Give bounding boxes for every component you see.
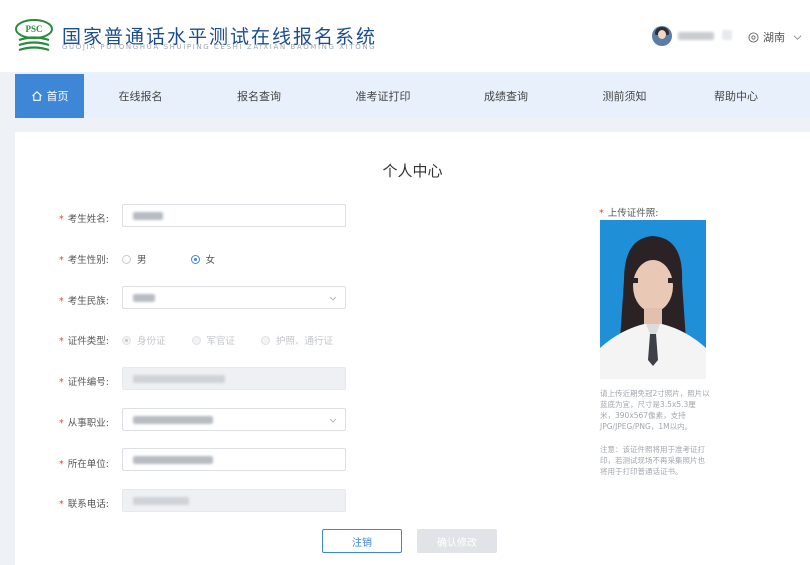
region-selector[interactable]: 湖南 [748,29,802,45]
nav-score-query[interactable]: 成绩查询 [445,74,567,118]
id-type-officer-radio [191,335,201,345]
confirm-edit-button[interactable]: 确认修改 [417,529,497,553]
id-type-idcard-option: 身份证 [122,333,166,347]
id-photo-image [600,220,706,379]
logo-text: PSC [25,24,42,34]
chevron-down-icon [793,34,802,40]
nav-help-center[interactable]: 帮助中心 [682,74,790,118]
nav-admission-ticket-print[interactable]: 准考证打印 [321,74,445,118]
user-avatar[interactable] [652,26,672,46]
region-label: 湖南 [763,31,785,44]
nav-registration-query[interactable]: 报名查询 [197,74,321,118]
id-photo[interactable] [600,220,706,379]
id-type-officer-option: 军官证 [191,333,235,347]
site-subtitle: GUOJIA PUTONGHUA SHUIPING CESHI ZAIXIAN … [62,43,377,51]
personal-center-panel: 个人中心 * 考生姓名: * 考生性别: 男 女 * 考生民族: * 证件类型: 身份证… [15,132,810,565]
gender-radio-group: 男 女 [122,252,215,266]
chevron-down-icon [329,296,337,301]
ethnicity-select[interactable] [122,286,346,309]
page-title: 个人中心 [382,162,443,180]
photo-requirements-note: 请上传近期免冠2寸照片，照片以蓝底为宜，尺寸是3.5x5.3厘米，390x567… [600,389,710,431]
id-type-idcard-radio [122,335,131,345]
photo-upload-label: * 上传证件照: [599,208,659,219]
id-type-passport-option: 护照、通行证 [261,333,333,347]
work-unit-input[interactable] [122,448,346,471]
phone-input [122,489,346,512]
nav-pretest-notice[interactable]: 测前须知 [567,74,682,118]
location-pin-icon [748,31,759,43]
id-type-passport-radio [261,335,271,345]
nav-home[interactable]: 首页 [15,74,84,118]
photo-usage-note: 注意：该证件照将用于准考证打印，若测试现场不再采集照片也将用于打印普通话证书。 [600,445,705,476]
gender-female-option[interactable]: 女 [190,252,215,266]
gender-male-option[interactable]: 男 [122,252,147,266]
main-nav: 首页 在线报名 报名查询 准考证打印 成绩查询 测前须知 帮助中心 [15,74,810,118]
nav-home-label: 首页 [46,90,69,103]
nav-online-registration[interactable]: 在线报名 [84,74,197,118]
name-input[interactable] [122,204,346,227]
site-header: PSC 国家普通话水平测试在线报名系统 GUOJIA PUTONGHUA SHU… [0,0,810,72]
chevron-down-icon [329,418,337,423]
home-icon [31,91,42,101]
occupation-select[interactable] [122,408,346,431]
id-type-radio-group: 身份证 军官证 护照、通行证 [122,333,333,347]
user-menu-blurred[interactable] [722,30,732,40]
username-blurred[interactable] [678,32,714,40]
id-number-input [122,367,346,390]
gender-male-radio[interactable] [122,254,131,264]
logout-button[interactable]: 注销 [322,529,402,553]
gender-female-radio[interactable] [190,254,200,264]
psc-logo: PSC [15,19,53,52]
